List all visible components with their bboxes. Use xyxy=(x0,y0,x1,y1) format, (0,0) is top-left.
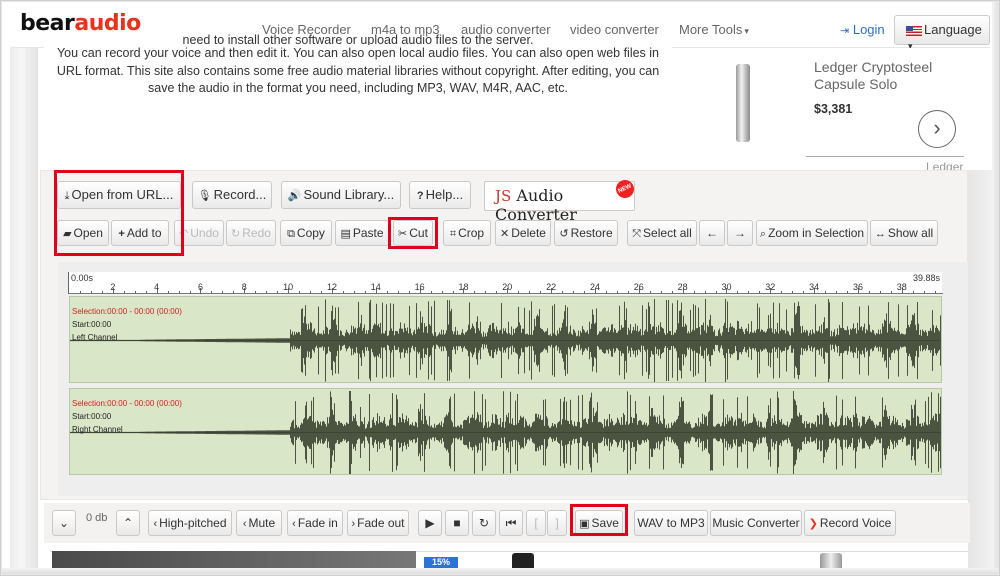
screenshot-frame xyxy=(0,0,1000,576)
